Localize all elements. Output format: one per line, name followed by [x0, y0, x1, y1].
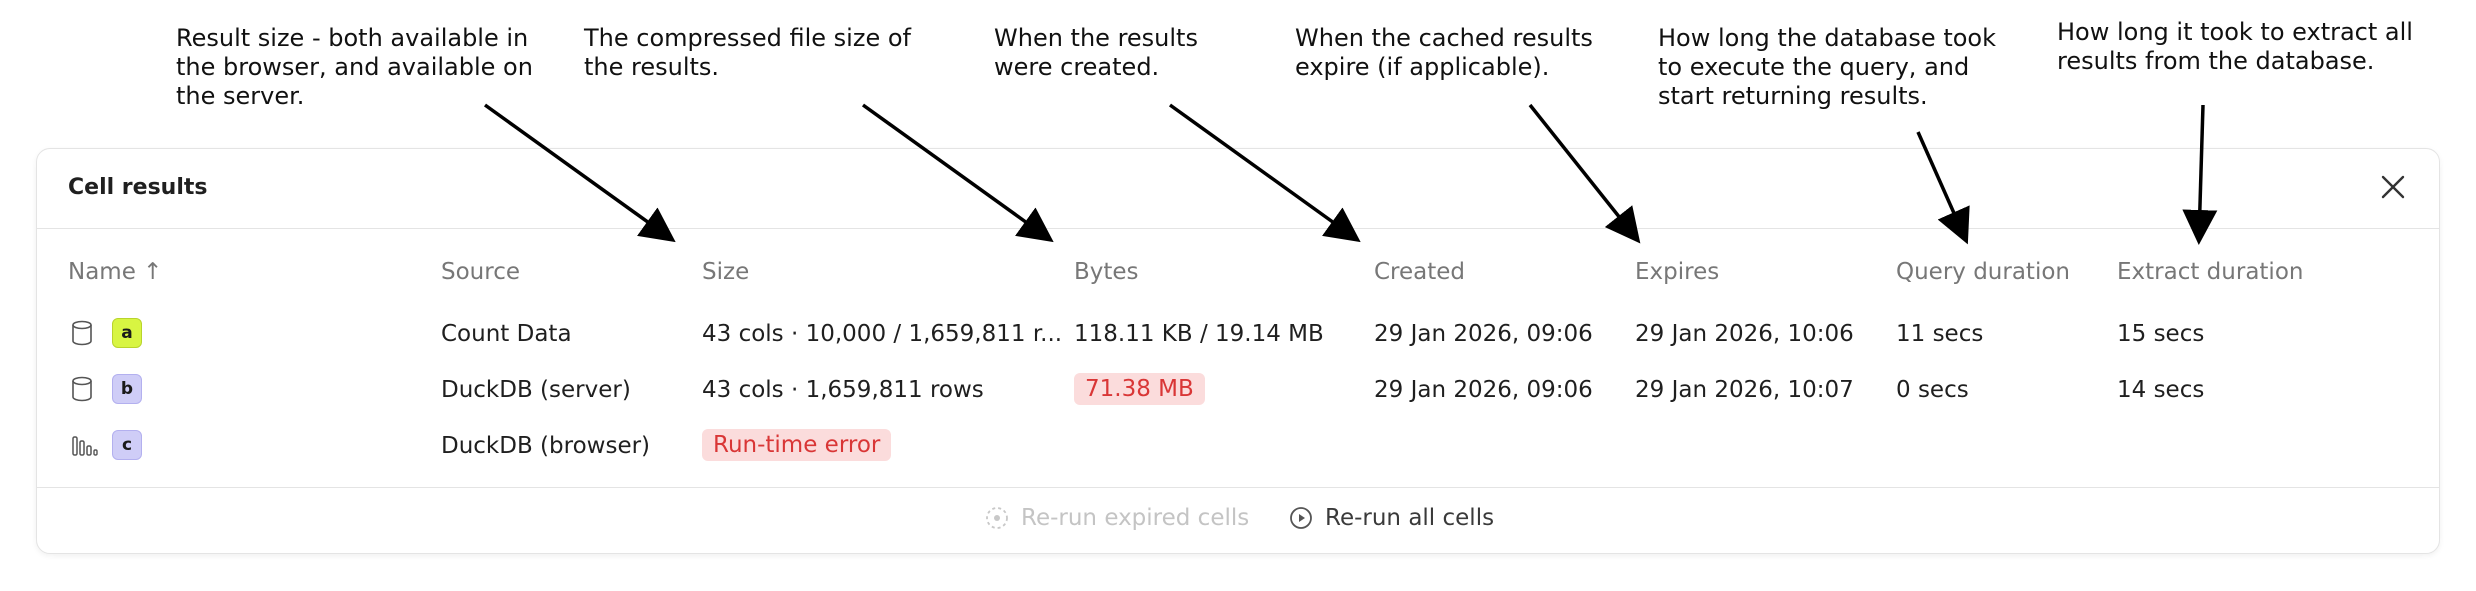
- arrow-to-bytes: [861, 103, 1054, 243]
- arrow-to-created: [1168, 103, 1361, 243]
- arrow-to-size: [483, 103, 676, 243]
- annotation-arrows: [483, 103, 2218, 245]
- arrow-to-expires: [1528, 103, 1641, 244]
- arrow-to-extract-duration: [2182, 104, 2218, 245]
- arrow-to-query-duration: [1916, 131, 1970, 245]
